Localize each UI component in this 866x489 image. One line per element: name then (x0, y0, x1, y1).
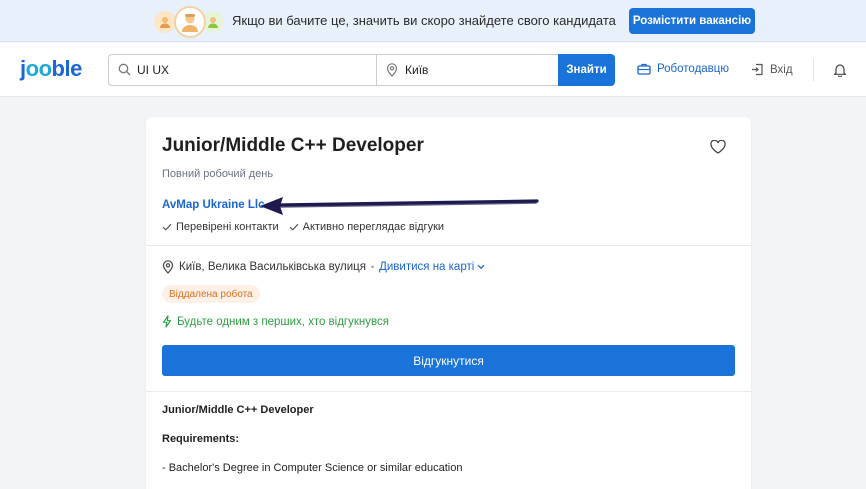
description-title: Junior/Middle C++ Developer (162, 404, 314, 416)
login-icon (752, 63, 763, 76)
be-first-notice: Будьте одним з перших, хто відгукнувся (162, 315, 389, 328)
heart-icon[interactable] (710, 140, 726, 154)
briefcase-icon (637, 63, 651, 75)
employment-type: Повний робочий день (162, 168, 274, 180)
job-location: Київ, Велика Васильківська вулиця • Диви… (162, 260, 485, 274)
be-first-label: Будьте одним з перших, хто відгукнувся (177, 315, 389, 328)
requirements-title: Requirements: (162, 433, 240, 445)
employer-link[interactable]: Роботодавцю (637, 63, 729, 75)
map-link[interactable]: Дивитися на карті (379, 261, 485, 273)
check-icon (289, 223, 299, 231)
post-vacancy-button[interactable]: Розмістити вакансію (629, 8, 755, 34)
recruiter-avatars (154, 6, 224, 38)
divider (146, 391, 751, 392)
header-divider (813, 59, 814, 81)
search-icon (118, 63, 131, 76)
bell-icon[interactable] (833, 62, 847, 77)
site-header: jooble UI UX Київ Знайти Роботодавцю Вхі… (0, 43, 866, 97)
badge-label: Перевірені контакти (176, 221, 279, 233)
location-separator: • (370, 262, 375, 272)
lightning-icon (162, 315, 172, 328)
jooble-logo[interactable]: jooble (20, 56, 82, 82)
search-input[interactable]: UI UX (109, 55, 377, 85)
login-label: Вхід (770, 63, 793, 76)
location-input[interactable]: Київ (377, 55, 559, 85)
find-button[interactable]: Знайти (558, 54, 615, 86)
promo-banner: Якщо ви бачите це, значить ви скоро знай… (0, 0, 866, 42)
location-pin-icon (162, 260, 174, 274)
search-form: UI UX Київ (108, 54, 558, 86)
location-value: Київ (405, 63, 429, 77)
logo-oo: oo (25, 56, 52, 81)
chevron-down-icon (477, 264, 485, 270)
badge-label: Активно переглядає відгуки (302, 221, 445, 233)
location-pin-icon (386, 63, 398, 77)
badge-active-responses: Активно переглядає відгуки (289, 221, 444, 233)
employer-label: Роботодавцю (657, 63, 729, 75)
logo-suffix: ble (51, 56, 83, 81)
apply-button[interactable]: Відгукнутися (162, 345, 735, 376)
avatar (154, 11, 176, 33)
divider (146, 245, 751, 246)
search-value: UI UX (137, 63, 170, 77)
banner-text: Якщо ви бачите це, значить ви скоро знай… (232, 13, 616, 28)
job-title: Junior/Middle C++ Developer (162, 135, 424, 156)
requirement-item: - Bachelor's Degree in Computer Science … (162, 462, 463, 474)
remote-work-tag: Віддалена робота (162, 285, 260, 303)
check-icon (162, 223, 172, 231)
job-card: Junior/Middle C++ Developer Повний робоч… (146, 117, 751, 489)
location-text: Київ, Велика Васильківська вулиця (179, 261, 366, 273)
map-link-label: Дивитися на карті (379, 261, 475, 273)
avatar (174, 6, 206, 38)
badge-verified-contacts: Перевірені контакти (162, 221, 279, 233)
company-badges: Перевірені контакти Активно переглядає в… (162, 221, 444, 233)
login-link[interactable]: Вхід (751, 63, 793, 76)
company-link[interactable]: AvMap Ukraine Llc (162, 199, 264, 211)
